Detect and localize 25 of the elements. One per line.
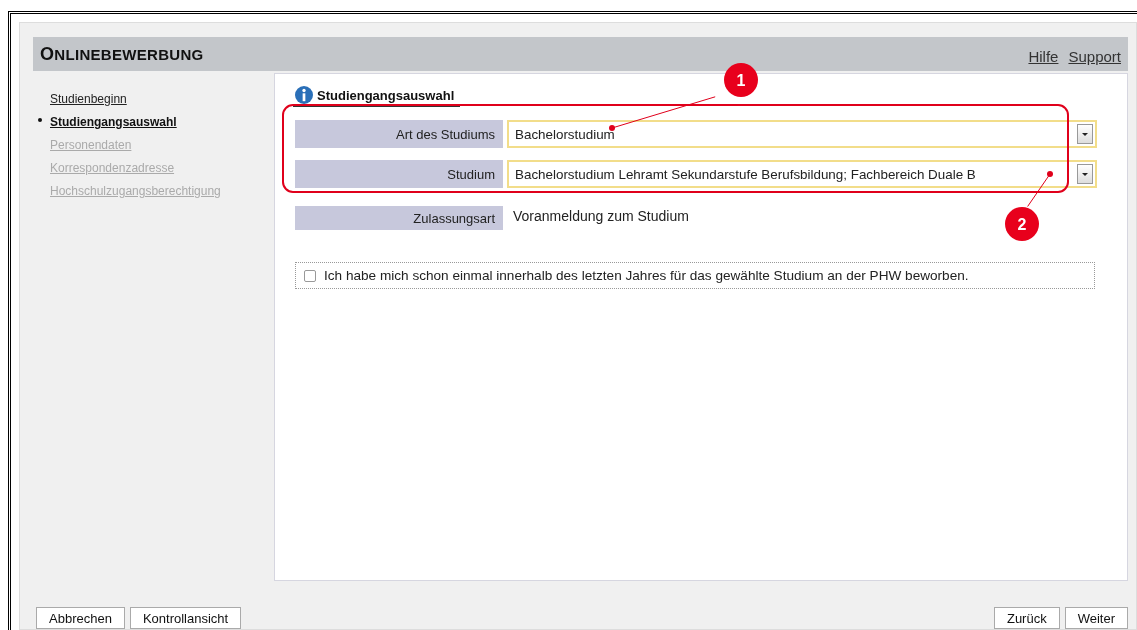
sidebar-item: Personendaten [50,138,132,152]
checkbox[interactable] [304,269,316,282]
app-title: ONLINEBEWERBUNG [40,43,204,65]
footer-button[interactable]: Zurück [993,607,1060,629]
field-label: Zulassungsart [295,206,503,230]
sidebar-item[interactable]: Studiengangsauswahl [50,115,177,129]
annotation-badge: 2 [1005,207,1039,241]
footer-button[interactable]: Abbrechen [36,607,125,629]
footer-button[interactable]: Kontrollansicht [129,607,242,629]
dropdown-field[interactable]: Bachelorstudium [507,120,1097,148]
header-link[interactable]: Support [1068,47,1121,65]
section-title: Studiengangsauswahl [317,87,455,103]
field-value: Voranmeldung zum Studium [512,207,689,224]
leader-line [1027,171,1053,207]
sidebar-item: Korrespondenzadresse [50,161,175,175]
header-link[interactable]: Hilfe [1028,47,1059,65]
field-label: Art des Studiums [295,120,503,148]
annotation-badge: 1 [724,63,758,97]
dropdown-field[interactable]: Bachelorstudium Lehramt Sekundarstufe Berufsbildung; Fachbereich Duale B [507,160,1097,188]
sidebar-item: Hochschulzugangsberechtigung [50,184,221,198]
info-icon [295,86,313,104]
footer-button[interactable]: Weiter [1064,607,1128,629]
sidebar-item[interactable]: Studienbeginn [50,92,127,106]
checkbox-label: Ich habe mich schon einmal innerhalb des letzten Jahres für das gewählte Studium an der PHW beworben. [324,268,969,283]
field-label: Studium [295,160,503,188]
